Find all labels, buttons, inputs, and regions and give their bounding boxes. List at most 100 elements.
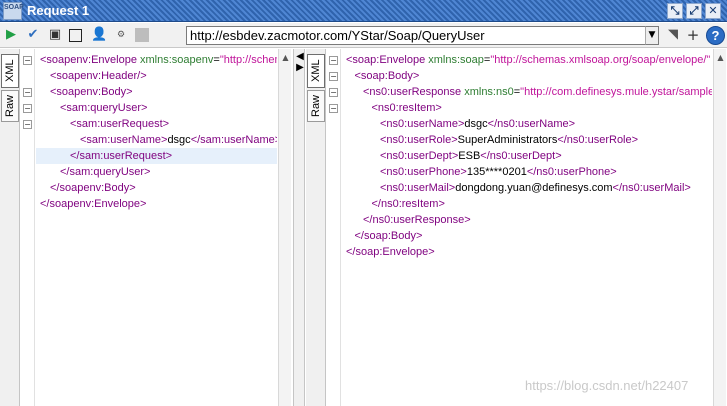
xml-line: <soap:Envelope xmlns:soap="http://schema… [342, 52, 710, 68]
window-title: Request 1 [27, 3, 90, 18]
scroll-up-icon[interactable]: ▲ [715, 53, 726, 63]
edit-endpoint-icon[interactable]: ◥ [665, 27, 681, 43]
xml-line: </soap:Body> [342, 228, 423, 244]
xml-text: SuperAdministrators [457, 134, 558, 146]
xml-tag: </sam:queryUser> [60, 166, 151, 178]
maximize-window-icon[interactable]: ⤢ [686, 3, 702, 19]
xml-tag: </ns0:userName> [487, 118, 576, 130]
xml-line: <soapenv:Header/> [36, 68, 147, 84]
format-icon[interactable]: ▣ [47, 27, 63, 43]
request-side-tabs: XML Raw [0, 49, 20, 406]
xml-attribute-value: "http://com.definesys.mule.ystar/sample" [520, 86, 712, 98]
chevron-down-icon[interactable]: ▼ [645, 26, 659, 45]
fold-toggle-icon[interactable]: − [329, 56, 338, 65]
xml-tag: </soapenv:Body> [50, 182, 136, 194]
tab-response-xml[interactable]: XML [307, 54, 325, 88]
xml-line: </soap:Envelope> [342, 244, 435, 260]
watermark: https://blog.csdn.net/h22407 [525, 378, 689, 393]
xml-attribute: xmlns:soapenv [136, 54, 214, 66]
xml-tag: <sam:userName> [80, 134, 168, 146]
xml-tag: </ns0:userPhone> [526, 166, 617, 178]
xml-text: ESB [458, 150, 481, 162]
xml-tag: <soap:Envelope [346, 54, 426, 66]
endpoint-url-field[interactable]: http://esbdev.zacmotor.com/YStar/Soap/Qu… [186, 26, 659, 45]
xml-attribute-value: "http://schemas.xmlsoap.org/soap/envelop… [490, 54, 711, 66]
xml-line: <ns0:userMail>dongdong.yuan@definesys.co… [342, 180, 691, 196]
xml-tag: <soap:Body> [354, 70, 420, 82]
xml-line: <soap:Body> [342, 68, 420, 84]
request-xml-editor[interactable]: <soapenv:Envelope xmlns:soapenv="http://… [36, 49, 277, 406]
xml-tag: </soap:Envelope> [346, 246, 435, 258]
fold-toggle-icon[interactable]: − [329, 88, 338, 97]
response-xml-editor[interactable]: <soap:Envelope xmlns:soap="http://schema… [342, 49, 712, 406]
wsdl-icon[interactable]: ⚙ [113, 27, 129, 43]
collapse-right-icon[interactable]: ▶ [295, 63, 305, 73]
xml-tag: </soap:Body> [354, 230, 423, 242]
disabled-square-icon [135, 28, 149, 42]
validate-icon[interactable]: ✔ [25, 27, 41, 43]
xml-tag: </ns0:resItem> [371, 198, 445, 210]
xml-tag: </ns0:userMail> [612, 182, 691, 194]
collapse-left-icon[interactable]: ◀ [295, 52, 305, 62]
request-toolbar: ▶ ✔ ▣ 👤 ⚙ http://esbdev.zacmotor.com/YSt… [0, 23, 727, 48]
xml-line: <ns0:userPhone>135****0201</ns0:userPhon… [342, 164, 617, 180]
soap-icon-text: SOAP [4, 4, 24, 11]
user-icon[interactable]: 👤 [91, 27, 107, 43]
pane-splitter[interactable]: ◀ ▶ [293, 49, 305, 406]
fold-toggle-icon[interactable]: − [23, 120, 32, 129]
fold-toggle-icon[interactable]: − [23, 88, 32, 97]
help-icon[interactable]: ? [706, 26, 725, 45]
xml-tag: <ns0:userPhone> [380, 166, 467, 178]
xml-line: <ns0:userName>dsgc</ns0:userName> [342, 116, 575, 132]
xml-tag: </ns0:userDept> [480, 150, 562, 162]
xml-tag: <soapenv:Envelope [40, 54, 137, 66]
fold-toggle-icon[interactable]: − [329, 72, 338, 81]
xml-attribute: xmlns:ns0 [461, 86, 514, 98]
tab-response-raw[interactable]: Raw [307, 90, 325, 122]
request-scrollbar[interactable]: ▲ [278, 49, 291, 406]
xml-tag: <soapenv:Body> [50, 86, 133, 98]
fold-toggle-icon[interactable]: − [329, 104, 338, 113]
xml-tag: <ns0:userDept> [380, 150, 459, 162]
request-fold-gutter: − − − − [21, 49, 35, 406]
stop-icon[interactable] [69, 29, 82, 42]
xml-tag: <ns0:userRole> [380, 134, 458, 146]
xml-line: </sam:queryUser> [36, 164, 150, 180]
xml-tag: <ns0:userMail> [380, 182, 456, 194]
xml-tag: <sam:userRequest> [70, 118, 170, 130]
xml-text: dsgc [167, 134, 191, 146]
xml-tag: <ns0:userResponse [363, 86, 462, 98]
xml-text: dongdong.yuan@definesys.com [455, 182, 613, 194]
tab-request-raw[interactable]: Raw [1, 90, 19, 122]
xml-line: <soapenv:Body> [36, 84, 133, 100]
xml-tag: <sam:queryUser> [60, 102, 148, 114]
xml-line: <ns0:userDept>ESB</ns0:userDept> [342, 148, 562, 164]
restore-window-icon[interactable]: ⤡ [667, 3, 683, 19]
submit-request-icon[interactable]: ▶ [3, 27, 19, 43]
xml-tag: </ns0:userRole> [557, 134, 639, 146]
xml-line: </soapenv:Envelope> [36, 196, 146, 212]
xml-line: <ns0:resItem> [342, 100, 442, 116]
fold-toggle-icon[interactable]: − [23, 56, 32, 65]
add-icon[interactable]: + [685, 27, 701, 43]
response-pane: XML Raw − − − − <soap:Envelope xmlns:soap="… [306, 49, 727, 406]
xml-line: </ns0:resItem> [342, 196, 445, 212]
xml-tag: <ns0:userName> [380, 118, 465, 130]
xml-attribute-value: "http://schemas.xmlsoap.org/soap/envelop… [219, 54, 277, 66]
xml-line: <soapenv:Envelope xmlns:soapenv="http://… [36, 52, 277, 68]
xml-text: 135****0201 [466, 166, 527, 178]
xml-tag: </sam:userRequest> [70, 150, 173, 162]
xml-line: <sam:queryUser> [36, 100, 147, 116]
title-bar: SOAP Request 1 ⤡ ⤢ ✕ [0, 0, 727, 22]
fold-toggle-icon[interactable]: − [23, 104, 32, 113]
xml-text: dsgc [464, 118, 488, 130]
xml-line: <sam:userName>dsgc</sam:userName> [36, 132, 277, 148]
close-window-icon[interactable]: ✕ [705, 3, 721, 19]
scroll-up-icon[interactable]: ▲ [280, 53, 291, 63]
response-scrollbar[interactable]: ▲ [713, 49, 726, 406]
xml-tag: </soapenv:Envelope> [40, 198, 147, 210]
xml-line: </ns0:userResponse> [342, 212, 471, 228]
tab-request-xml[interactable]: XML [1, 54, 19, 88]
xml-line: <ns0:userResponse xmlns:ns0="http://com.… [342, 84, 712, 100]
xml-line: <ns0:userRole>SuperAdministrators</ns0:u… [342, 132, 638, 148]
